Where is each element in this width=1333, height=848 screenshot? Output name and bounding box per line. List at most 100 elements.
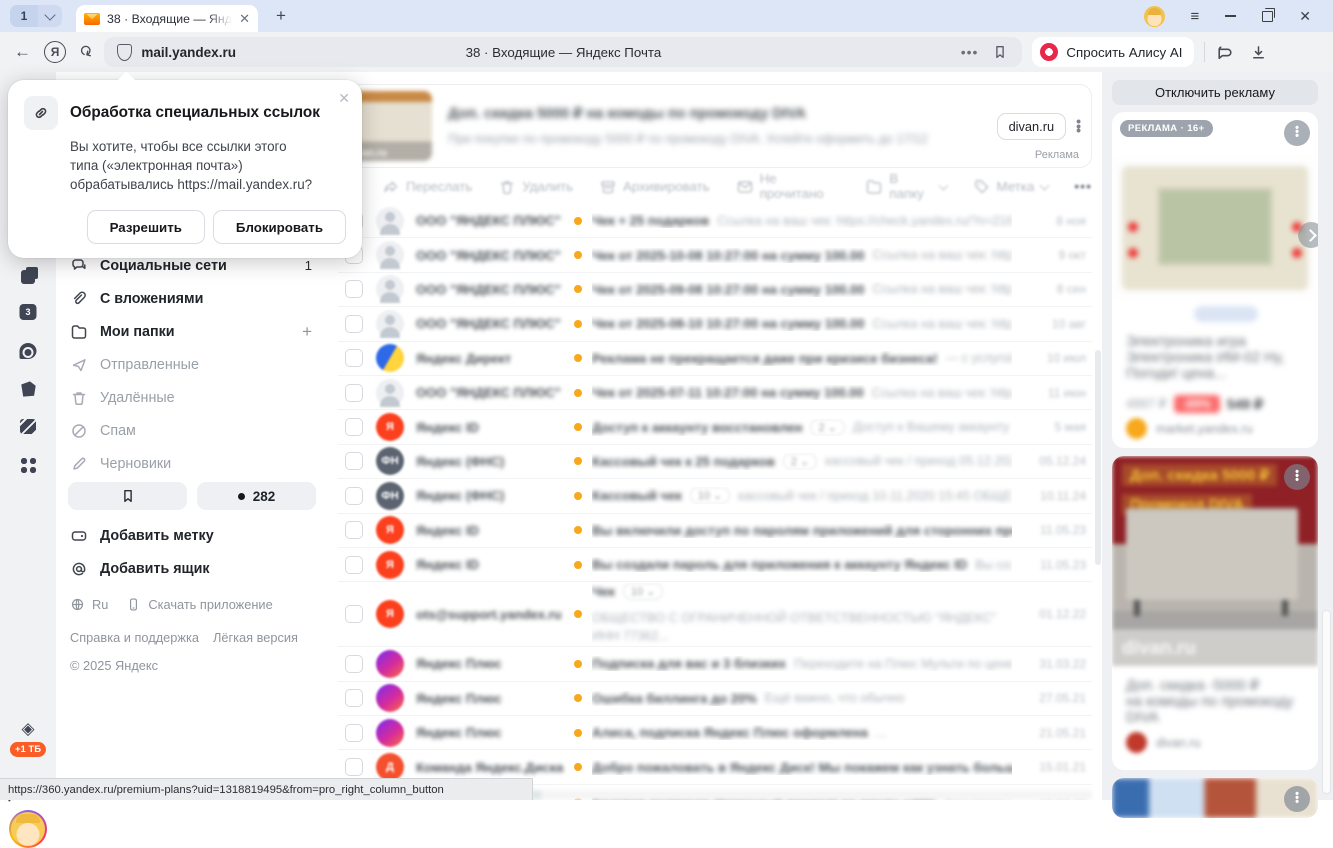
ad-card-divan[interactable]: ••• Доп. скидка 5000 ₽ Промокод DIVA div… — [1112, 456, 1318, 770]
toolbar-folder-button[interactable]: В папку — [865, 171, 946, 201]
tab-counter[interactable]: 1 — [10, 5, 38, 27]
message-row[interactable]: ООО "ЯНДЕКС ПЛЮС" Чек + 25 подарков Ссыл… — [338, 204, 1092, 238]
add-label-button[interactable]: Добавить метку — [56, 519, 330, 552]
folder-stack-icon[interactable] — [20, 381, 36, 397]
message-row[interactable]: ФН Яндекс (ФНС) Кассовый чек к 25 подарк… — [338, 445, 1092, 479]
attachment-count-chip[interactable]: 10 ⌄ — [690, 487, 731, 504]
top-ad-banner[interactable]: divan.ru Доп. скидка 5000 ₽ на комоды по… — [338, 84, 1092, 168]
sidebar-folder-С вложениями[interactable]: С вложениями + — [56, 282, 330, 315]
disable-ads-button[interactable]: Отключить рекламу — [1112, 80, 1318, 105]
language-switch[interactable]: Ru — [70, 597, 108, 612]
toolbar-unread-button[interactable]: Не прочитано — [736, 171, 840, 201]
browser-profile-avatar[interactable] — [1144, 6, 1165, 27]
block-button[interactable]: Блокировать — [213, 210, 346, 244]
message-row[interactable]: Яндекс Директ Реклама не прекращается да… — [338, 342, 1092, 376]
sidebar-folder-Отправленные[interactable]: Отправленные + — [56, 348, 330, 381]
message-row[interactable]: Я Яндекс ID Вы включили доступ по пароля… — [338, 514, 1092, 548]
premium-gem-icon[interactable]: ◈ — [21, 720, 34, 737]
row-checkbox[interactable] — [345, 758, 363, 776]
add-folder-icon[interactable]: + — [302, 322, 312, 342]
notes-icon[interactable] — [20, 419, 36, 434]
ad-card-partial[interactable]: ••• — [1112, 778, 1318, 818]
message-row[interactable]: Яндекс Плюс Ошибка биллинга до 20% Ещё в… — [338, 682, 1092, 716]
ad-link[interactable]: divan.ru — [1156, 736, 1200, 750]
collections-icon[interactable] — [1215, 43, 1234, 62]
row-checkbox[interactable] — [345, 605, 363, 623]
message-row[interactable]: ООО "ЯНДЕКС ПЛЮС" Чек от 2025-08-10 10:2… — [338, 307, 1092, 341]
toolbar-archive-button[interactable]: Архивировать — [599, 178, 710, 195]
advertiser-button[interactable]: divan.ru — [997, 113, 1067, 140]
address-more-icon[interactable]: ••• — [961, 44, 979, 60]
row-checkbox[interactable] — [345, 689, 363, 707]
address-bar[interactable]: mail.yandex.ru 38 · Входящие — Яндекс По… — [104, 37, 1022, 67]
row-checkbox[interactable] — [345, 487, 363, 505]
sidebar-folder-Мои папки[interactable]: Мои папки + — [56, 315, 330, 348]
row-checkbox[interactable] — [345, 521, 363, 539]
active-tab[interactable]: 38 · Входящие — Яндек ✕ — [76, 5, 258, 32]
back-button[interactable]: ← — [14, 42, 31, 62]
storage-badge[interactable]: +1 ТБ — [10, 742, 46, 757]
message-row[interactable]: ООО "ЯНДЕКС ПЛЮС" Чек от 2025-09-08 10:2… — [338, 273, 1092, 307]
sidebar-folder-Спам[interactable]: Спам + — [56, 414, 330, 447]
download-app-link[interactable]: Скачать приложение — [126, 597, 272, 612]
saved-bookmarks-button[interactable] — [68, 482, 187, 510]
message-row[interactable]: Яндекс Плюс Подписка для вас и 3 близких… — [338, 647, 1092, 681]
ad-carousel-next-icon[interactable] — [1298, 222, 1318, 248]
row-checkbox[interactable] — [345, 724, 363, 742]
popup-close-icon[interactable]: ✕ — [338, 90, 350, 107]
sidebar-folder-Черновики[interactable]: Черновики + — [56, 447, 330, 480]
ad-link[interactable]: market.yandex.ru — [1156, 422, 1253, 436]
row-checkbox[interactable] — [345, 280, 363, 298]
unread-filter-button[interactable]: 282 — [197, 482, 316, 510]
add-mailbox-button[interactable]: Добавить ящик — [56, 552, 330, 585]
user-avatar[interactable] — [9, 810, 47, 848]
bookmark-icon[interactable] — [992, 44, 1008, 60]
help-support-link[interactable]: Справка и поддержка — [70, 630, 199, 645]
message-row[interactable]: ФН Яндекс (ФНС) Кассовый чек 10 ⌄ кассов… — [338, 479, 1092, 513]
row-checkbox[interactable] — [345, 556, 363, 574]
messenger-icon[interactable] — [20, 343, 37, 359]
toolbar-tag-button[interactable]: Метка — [973, 178, 1049, 195]
row-checkbox[interactable] — [345, 418, 363, 436]
attachment-count-chip[interactable]: 2 ⌄ — [810, 419, 844, 436]
row-checkbox[interactable] — [345, 384, 363, 402]
list-scrollbar-thumb[interactable] — [1095, 350, 1101, 565]
attachment-count-chip[interactable]: 10 ⌄ — [623, 583, 664, 600]
sidebar-folder-Удалённые[interactable]: Удалённые + — [56, 381, 330, 414]
row-checkbox[interactable] — [345, 315, 363, 333]
tab-list-chevron[interactable] — [38, 5, 62, 27]
message-row[interactable]: Яндекс Плюс Алиса, подписка Яндекс Плюс … — [338, 716, 1092, 750]
row-checkbox[interactable] — [345, 452, 363, 470]
services-grid-icon[interactable] — [20, 457, 36, 473]
row-checkbox[interactable] — [345, 349, 363, 367]
message-row[interactable]: Я Яндекс ID Вы создали пароль для прилож… — [338, 548, 1092, 582]
reload-button[interactable]: ⟳ — [74, 41, 98, 63]
toolbar-more-icon[interactable]: ••• — [1074, 178, 1092, 194]
window-close-button[interactable]: ✕ — [1299, 8, 1311, 25]
download-icon[interactable] — [1250, 44, 1267, 61]
ad-card-game[interactable]: РЕКЛАМА · 16+ ••• Электроника игра Элект… — [1112, 112, 1318, 448]
documents-icon[interactable] — [21, 270, 35, 284]
message-row[interactable]: ООО "ЯНДЕКС ПЛЮС" Чек от 2025-10-08 10:2… — [338, 238, 1092, 272]
window-scrollbar-thumb[interactable] — [1322, 610, 1331, 794]
window-restore-button[interactable] — [1262, 11, 1273, 22]
light-version-link[interactable]: Лёгкая версия — [213, 630, 298, 645]
ad-menu-icon[interactable]: ••• — [1284, 786, 1310, 812]
new-tab-button[interactable]: + — [276, 6, 286, 26]
ad-menu-icon[interactable]: ••• — [1076, 119, 1081, 134]
allow-button[interactable]: Разрешить — [87, 210, 205, 244]
message-row[interactable]: Я Яндекс ID Доступ к аккаунту восстановл… — [338, 410, 1092, 444]
ad-menu-icon[interactable]: ••• — [1284, 464, 1310, 490]
toolbar-trash-button[interactable]: Удалить — [498, 178, 573, 195]
ask-alice-button[interactable]: Спросить Алису AI — [1032, 37, 1194, 67]
message-row[interactable]: ООО "ЯНДЕКС ПЛЮС" Чек от 2025-07-11 10:2… — [338, 376, 1092, 410]
attachment-count-chip[interactable]: 2 ⌄ — [783, 453, 817, 470]
message-row[interactable]: Я ots@support.yandex.ru Чек10 ⌄ОБЩЕСТВО … — [338, 582, 1092, 647]
window-minimize-button[interactable] — [1225, 15, 1236, 17]
calendar-icon[interactable]: 3 — [20, 304, 37, 320]
yandex-home-button[interactable]: Я — [44, 41, 66, 63]
ad-menu-icon[interactable]: ••• — [1284, 120, 1310, 146]
site-security-icon[interactable] — [117, 44, 132, 61]
row-checkbox[interactable] — [345, 655, 363, 673]
tab-close-icon[interactable]: ✕ — [239, 12, 250, 25]
